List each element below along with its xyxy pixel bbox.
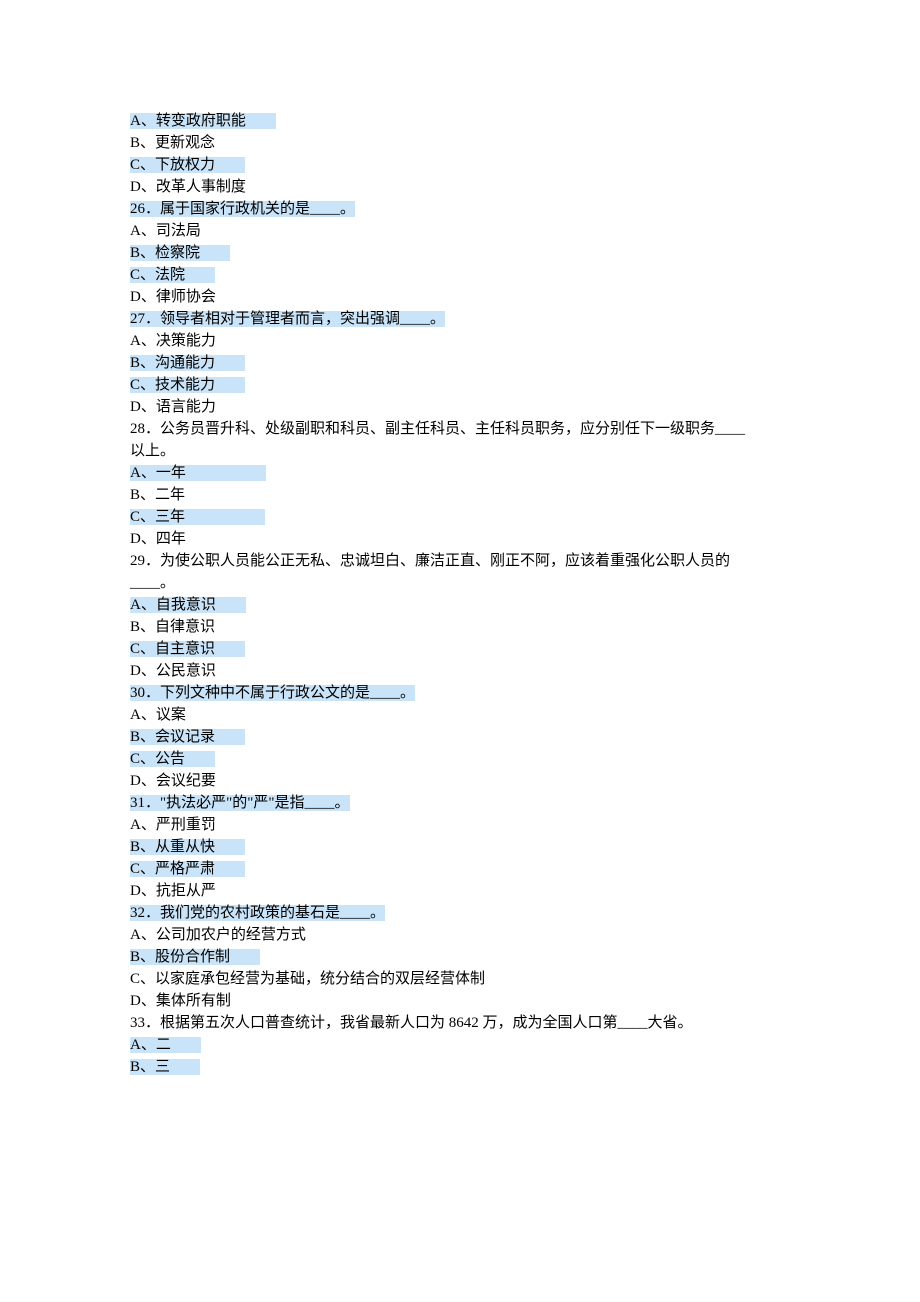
line-text: D、四年 [130,531,186,547]
line-text: 30．下列文种中不属于行政公文的是____。 [130,685,415,701]
line-text: B、更新观念 [130,135,215,151]
text-line: C、技术能力 [130,374,790,396]
line-text: 26．属于国家行政机关的是____。 [130,201,355,217]
text-line: C、三年 [130,506,790,528]
text-line: D、语言能力 [130,396,790,418]
line-text: B、沟通能力 [130,355,245,371]
text-line: A、公司加农户的经营方式 [130,924,790,946]
text-line: A、严刑重罚 [130,814,790,836]
line-text: 28．公务员晋升科、处级副职和科员、副主任科员、主任科员职务，应分别任下一级职务… [130,421,745,437]
line-text: C、以家庭承包经营为基础，统分结合的双层经营体制 [130,971,485,987]
text-line: B、沟通能力 [130,352,790,374]
text-line: C、以家庭承包经营为基础，统分结合的双层经营体制 [130,968,790,990]
text-line: A、转变政府职能 [130,110,790,132]
text-line: B、更新观念 [130,132,790,154]
text-line: A、二 [130,1034,790,1056]
text-line: B、检察院 [130,242,790,264]
line-text: ____。 [130,575,175,591]
text-line: 31．"执法必严"的"严"是指____。 [130,792,790,814]
text-line: D、会议纪要 [130,770,790,792]
line-text: C、法院 [130,267,215,283]
text-line: 30．下列文种中不属于行政公文的是____。 [130,682,790,704]
line-text: B、股份合作制 [130,949,260,965]
text-line: 27．领导者相对于管理者而言，突出强调____。 [130,308,790,330]
line-text: B、会议记录 [130,729,245,745]
text-line: C、法院 [130,264,790,286]
line-text: D、律师协会 [130,289,216,305]
text-line: A、自我意识 [130,594,790,616]
text-line: B、三 [130,1056,790,1078]
text-line: D、公民意识 [130,660,790,682]
text-line: D、改革人事制度 [130,176,790,198]
line-text: C、技术能力 [130,377,245,393]
line-text: A、决策能力 [130,333,216,349]
text-line: 32．我们党的农村政策的基石是____。 [130,902,790,924]
line-text: 29．为使公职人员能公正无私、忠诚坦白、廉洁正直、刚正不阿，应该着重强化公职人员… [130,553,730,569]
line-text: A、公司加农户的经营方式 [130,927,306,943]
text-line: A、一年 [130,462,790,484]
text-line: 以上。 [130,440,790,462]
line-text: 27．领导者相对于管理者而言，突出强调____。 [130,311,445,327]
text-line: 33．根据第五次人口普查统计，我省最新人口为 8642 万，成为全国人口第___… [130,1012,790,1034]
line-text: A、一年 [130,465,266,481]
line-text: D、会议纪要 [130,773,216,789]
text-line: D、律师协会 [130,286,790,308]
line-text: C、严格严肃 [130,861,245,877]
text-line: ____。 [130,572,790,594]
line-text: B、二年 [130,487,185,503]
line-text: D、语言能力 [130,399,216,415]
line-text: B、自律意识 [130,619,215,635]
text-line: C、自主意识 [130,638,790,660]
line-text: 以上。 [130,443,175,459]
line-text: C、三年 [130,509,265,525]
text-line: C、严格严肃 [130,858,790,880]
line-text: A、自我意识 [130,597,246,613]
text-line: B、二年 [130,484,790,506]
text-line: C、下放权力 [130,154,790,176]
text-line: B、从重从快 [130,836,790,858]
document-page: A、转变政府职能 B、更新观念 C、下放权力 D、改革人事制度 26．属于国家行政机关的… [0,0,920,1178]
text-line: B、会议记录 [130,726,790,748]
text-line: D、四年 [130,528,790,550]
line-text: A、议案 [130,707,186,723]
line-text: A、严刑重罚 [130,817,216,833]
text-line: 26．属于国家行政机关的是____。 [130,198,790,220]
line-text: A、转变政府职能 [130,113,276,129]
line-text: B、三 [130,1059,200,1075]
text-line: C、公告 [130,748,790,770]
text-line: A、司法局 [130,220,790,242]
line-text: D、抗拒从严 [130,883,216,899]
line-text: C、公告 [130,751,215,767]
line-text: B、检察院 [130,245,230,261]
text-line: B、自律意识 [130,616,790,638]
line-text: B、从重从快 [130,839,245,855]
line-text: A、司法局 [130,223,201,239]
text-line: D、抗拒从严 [130,880,790,902]
line-text: C、自主意识 [130,641,245,657]
text-line: 29．为使公职人员能公正无私、忠诚坦白、廉洁正直、刚正不阿，应该着重强化公职人员… [130,550,790,572]
text-line: 28．公务员晋升科、处级副职和科员、副主任科员、主任科员职务，应分别任下一级职务… [130,418,790,440]
text-line: D、集体所有制 [130,990,790,1012]
line-text: C、下放权力 [130,157,245,173]
line-text: D、公民意识 [130,663,216,679]
text-line: A、议案 [130,704,790,726]
line-text: D、集体所有制 [130,993,231,1009]
line-text: A、二 [130,1037,201,1053]
line-text: 33．根据第五次人口普查统计，我省最新人口为 8642 万，成为全国人口第___… [130,1015,693,1031]
text-line: A、决策能力 [130,330,790,352]
line-text: 32．我们党的农村政策的基石是____。 [130,905,385,921]
line-text: D、改革人事制度 [130,179,246,195]
text-line: B、股份合作制 [130,946,790,968]
line-text: 31．"执法必严"的"严"是指____。 [130,795,350,811]
